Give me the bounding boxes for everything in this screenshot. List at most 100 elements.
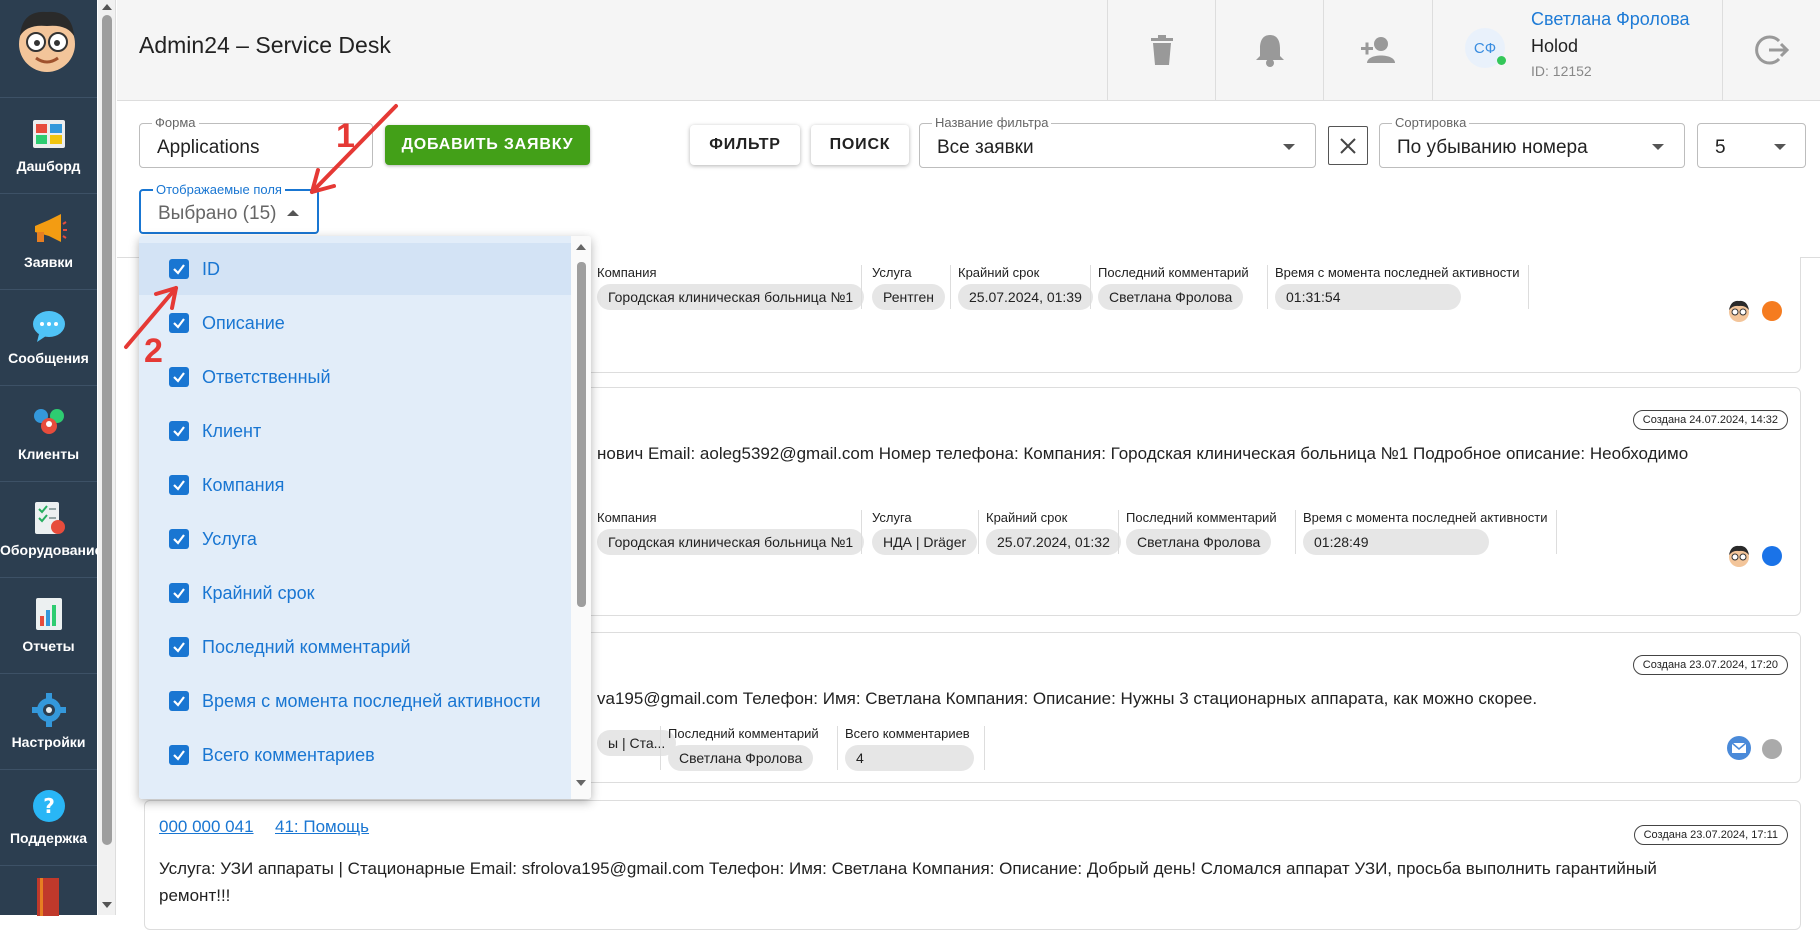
user-name[interactable]: Светлана Фролова	[1531, 9, 1689, 30]
chip-label: Время с момента последней активности	[1275, 265, 1520, 280]
close-icon	[1340, 137, 1356, 154]
chip-label: Компания	[597, 510, 657, 525]
logout-icon	[1754, 35, 1789, 65]
nav-label: Клиенты	[17, 446, 80, 462]
left-sidebar: Дашборд Заявки Сообщения Клиенты Оборудо…	[0, 0, 102, 916]
request-title-link[interactable]: 41: Помощь	[275, 817, 369, 837]
logout-button[interactable]	[1722, 0, 1820, 100]
created-badge: Создана 24.07.2024, 14:32	[1632, 410, 1788, 430]
form-select[interactable]: Форма Applications	[139, 115, 373, 168]
chevron-down-icon	[1774, 144, 1786, 150]
field-option-description[interactable]: Описание	[139, 297, 571, 349]
nav-item-equipment[interactable]: Оборудование	[0, 481, 102, 577]
assignee-avatar-icon	[1729, 545, 1749, 567]
chip-divider	[978, 510, 979, 554]
nav-item-messages[interactable]: Сообщения	[0, 289, 97, 385]
nav-label: Дашборд	[16, 158, 81, 174]
chip-value: 25.07.2024, 01:39	[958, 284, 1093, 310]
field-option-responsible[interactable]: Ответственный	[139, 351, 571, 403]
chip-label: Услуга	[872, 265, 912, 280]
field-option-label: ID	[202, 258, 220, 279]
notifications-button[interactable]	[1215, 0, 1323, 100]
field-option-last-activity[interactable]: Время с момента последней активности	[139, 675, 571, 727]
chat-icon	[32, 311, 65, 342]
field-option-label: Крайний срок	[202, 582, 315, 603]
filter-button[interactable]: ФИЛЬТР	[690, 125, 800, 165]
checkbox-checked-icon[interactable]	[169, 583, 189, 603]
checkbox-checked-icon[interactable]	[169, 313, 189, 333]
dropdown-scroll-thumb[interactable]	[577, 262, 586, 607]
fields-dropdown[interactable]: ID Описание Ответственный Клиент Компани…	[139, 236, 591, 799]
chip-divider	[837, 726, 838, 770]
checkbox-checked-icon[interactable]	[169, 691, 189, 711]
request-card[interactable]: 000 000 041 41: Помощь Создана 23.07.202…	[144, 800, 1801, 930]
book-icon	[36, 878, 59, 916]
field-option-label: Всего комментариев	[202, 744, 375, 765]
nav-item-requests[interactable]: Заявки	[0, 193, 97, 289]
chip-divider	[984, 726, 985, 770]
chevron-down-icon	[1283, 144, 1295, 150]
nav-item-more[interactable]	[0, 865, 97, 916]
field-option-company[interactable]: Компания	[139, 459, 571, 511]
field-option-deadline[interactable]: Крайний срок	[139, 567, 571, 619]
nav-item-support[interactable]: ? Поддержка	[0, 769, 97, 865]
help-icon: ?	[32, 790, 65, 822]
user-id: ID: 12152	[1531, 63, 1592, 79]
request-id-link[interactable]: 000 000 041	[159, 817, 254, 837]
page-size-select[interactable]: 5	[1697, 123, 1806, 168]
chip-service: Услуга Рентген	[872, 265, 945, 310]
checkbox-checked-icon[interactable]	[169, 745, 189, 765]
trash-icon	[1150, 35, 1173, 65]
sort-select[interactable]: Сортировка По убыванию номера	[1379, 115, 1685, 168]
field-option-last-comment[interactable]: Последний комментарий	[139, 621, 571, 673]
search-button[interactable]: ПОИСК	[811, 125, 909, 165]
trash-button[interactable]	[1107, 0, 1215, 100]
nav-item-clients[interactable]: Клиенты	[0, 385, 97, 481]
checkbox-checked-icon[interactable]	[169, 367, 189, 387]
request-description: va195@gmail.com Телефон: Имя: Светлана К…	[597, 689, 1538, 708]
field-option-client[interactable]: Клиент	[139, 405, 571, 457]
chip-divider	[861, 265, 862, 309]
filter-name-select[interactable]: Название фильтра Все заявки	[919, 115, 1316, 168]
fields-select[interactable]: Отображаемые поля Выбрано (15)	[139, 182, 319, 234]
field-option-service[interactable]: Услуга	[139, 513, 571, 565]
scroll-down-arrow[interactable]	[102, 902, 112, 908]
chip-value: Городская клиническая больница №1	[597, 284, 865, 310]
clients-icon	[33, 409, 64, 434]
field-option-label: Время с момента последней активности	[202, 690, 541, 711]
add-request-button[interactable]: ДОБАВИТЬ ЗАЯВКУ	[385, 125, 590, 165]
scroll-down-arrow[interactable]	[576, 780, 586, 786]
app-title: Admin24 – Service Desk	[139, 32, 391, 58]
request-description-cont: ремонт!!!	[159, 886, 231, 905]
equipment-icon	[34, 502, 65, 534]
scroll-up-arrow[interactable]	[576, 244, 586, 250]
checkbox-checked-icon[interactable]	[169, 529, 189, 549]
field-option-label: Компания	[202, 474, 285, 495]
checkbox-checked-icon[interactable]	[169, 421, 189, 441]
chip-divider	[1556, 510, 1557, 554]
chip-divider	[861, 510, 862, 554]
chip-last-activity: Время с момента последней активности 01:…	[1275, 265, 1519, 310]
checkbox-checked-icon[interactable]	[169, 637, 189, 657]
scroll-up-arrow[interactable]	[102, 4, 112, 10]
chip-label: Последний комментарий	[1098, 265, 1249, 280]
nav-item-dashboard[interactable]: Дашборд	[0, 97, 97, 193]
created-badge: Создана 23.07.2024, 17:11	[1633, 825, 1788, 845]
clear-filter-button[interactable]	[1328, 126, 1368, 165]
checkbox-checked-icon[interactable]	[169, 259, 189, 279]
user-profile[interactable]: СФ Светлана Фролова Holod ID: 12152	[1432, 0, 1722, 100]
email-source-icon	[1727, 736, 1751, 760]
checkbox-checked-icon[interactable]	[169, 475, 189, 495]
scroll-thumb[interactable]	[102, 15, 112, 845]
page-scrollbar[interactable]	[98, 0, 116, 915]
field-option-id[interactable]: ID	[139, 243, 571, 295]
chip-deadline: Крайний срок 25.07.2024, 01:39	[958, 265, 1093, 310]
dropdown-scrollbar[interactable]	[571, 236, 591, 799]
app-avatar-icon[interactable]	[12, 6, 82, 76]
add-user-button[interactable]	[1323, 0, 1431, 100]
nav-item-settings[interactable]: Настройки	[0, 673, 97, 769]
svg-text:?: ?	[43, 794, 55, 818]
field-option-total-comments[interactable]: Всего комментариев	[139, 729, 571, 781]
chip-value: 01:31:54	[1275, 284, 1461, 310]
nav-item-reports[interactable]: Отчеты	[0, 577, 97, 673]
